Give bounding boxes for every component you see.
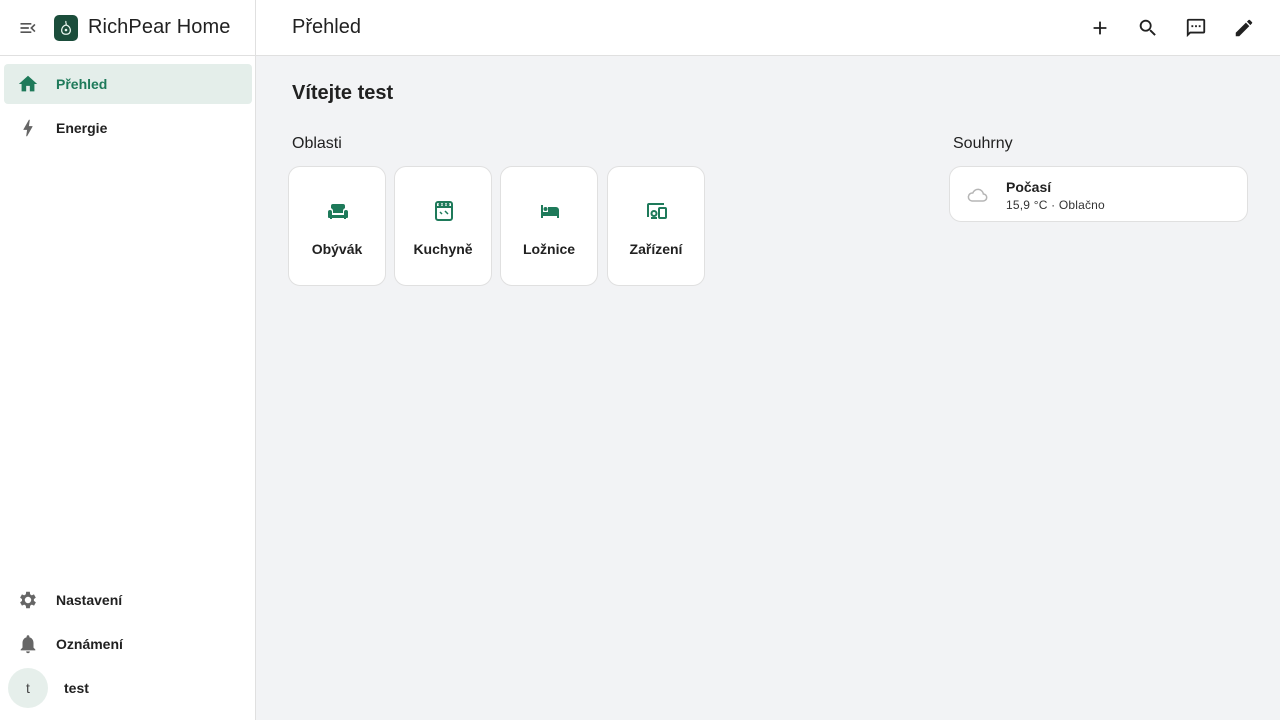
- sidebar-item-settings[interactable]: Nastavení: [4, 580, 252, 620]
- pencil-icon: [1235, 19, 1253, 37]
- area-label: Kuchyně: [413, 241, 473, 257]
- brand-name: RichPear Home: [88, 16, 231, 38]
- devices-icon: [645, 199, 669, 223]
- pear-logo-icon: [61, 20, 71, 35]
- area-card-living-room[interactable]: Obývák: [288, 166, 386, 286]
- area-card-bedroom[interactable]: Ložnice: [500, 166, 598, 286]
- sidebar-item-label: Oznámení: [56, 636, 123, 652]
- bed-icon: [538, 199, 562, 223]
- sidebar-item-notifications[interactable]: Oznámení: [4, 624, 252, 664]
- weather-title: Počasí: [1006, 179, 1052, 195]
- page-title: Přehled: [292, 16, 361, 38]
- sidebar-item-overview[interactable]: Přehled: [4, 64, 252, 104]
- cloud-icon: [967, 188, 988, 202]
- area-label: Zařízení: [629, 241, 683, 257]
- assist-chat-icon: [1186, 18, 1206, 38]
- search-button[interactable]: [1132, 12, 1164, 44]
- areas-section-title: Oblasti: [292, 135, 342, 152]
- area-card-devices[interactable]: Zařízení: [607, 166, 705, 286]
- sidebar-item-label: Nastavení: [56, 592, 123, 608]
- sidebar-item-label: Energie: [56, 120, 108, 136]
- sofa-icon: [326, 199, 350, 223]
- weather-subtitle: 15,9 °C · Oblačno: [1006, 198, 1105, 212]
- sidebar: RichPear Home Přehled Energie Nastavení …: [0, 0, 256, 720]
- search-icon: [1139, 19, 1156, 36]
- gear-icon: [16, 588, 40, 612]
- avatar: t: [8, 668, 48, 708]
- plus-icon: [1093, 21, 1107, 35]
- menu-open-icon: [20, 22, 36, 33]
- area-label: Ložnice: [522, 241, 576, 257]
- add-button[interactable]: [1084, 12, 1116, 44]
- stove-icon: [432, 199, 456, 223]
- weather-summary-card[interactable]: Počasí 15,9 °C · Oblačno: [949, 166, 1248, 222]
- brand-logo: [54, 14, 78, 41]
- area-label: Obývák: [311, 241, 363, 257]
- sidebar-item-label: Přehled: [56, 76, 108, 92]
- bell-icon: [16, 632, 40, 656]
- menu-toggle-button[interactable]: [16, 16, 40, 40]
- top-bar: Přehled: [256, 0, 1280, 56]
- user-name: test: [64, 680, 89, 696]
- sidebar-item-energy[interactable]: Energie: [4, 108, 252, 148]
- sidebar-header: RichPear Home: [0, 0, 255, 56]
- home-icon: [16, 72, 40, 96]
- edit-button[interactable]: [1228, 12, 1260, 44]
- summaries-section-title: Souhrny: [953, 135, 1013, 152]
- area-card-kitchen[interactable]: Kuchyně: [394, 166, 492, 286]
- sidebar-item-user[interactable]: t test: [4, 668, 252, 708]
- lightning-icon: [16, 116, 40, 140]
- assist-button[interactable]: [1180, 12, 1212, 44]
- welcome-heading: Vítejte test: [292, 82, 394, 104]
